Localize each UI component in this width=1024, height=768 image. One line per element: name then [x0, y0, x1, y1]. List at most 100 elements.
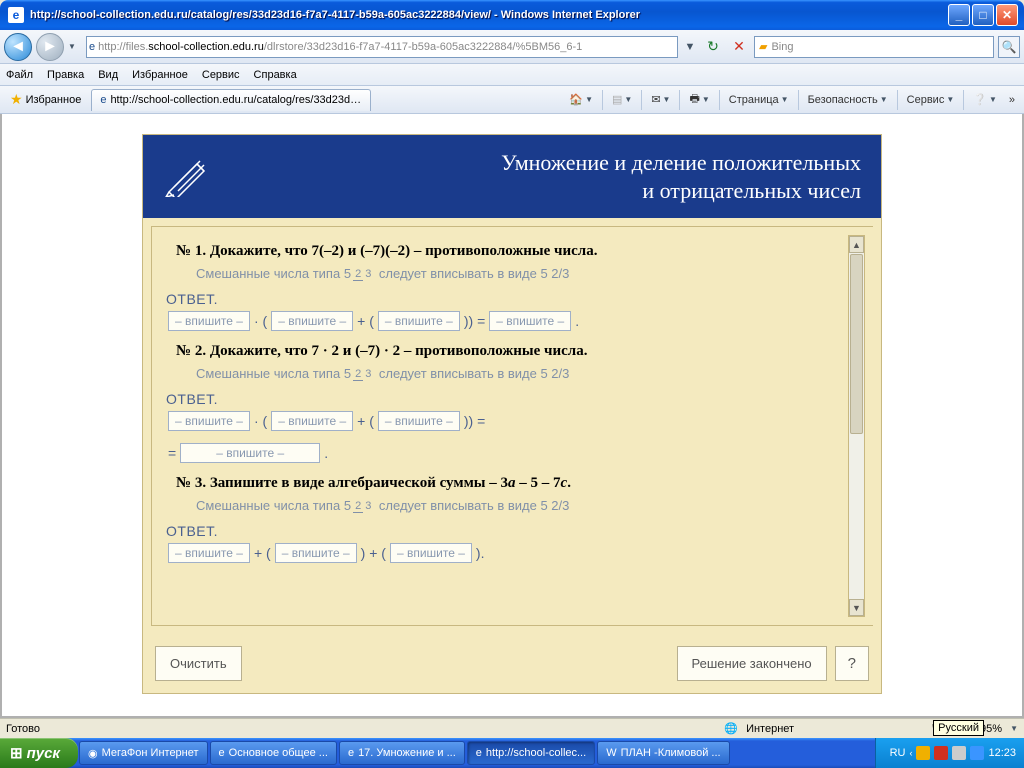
- nav-history-dropdown[interactable]: ▼: [68, 42, 82, 51]
- taskbar-item-4[interactable]: WПЛАН -Климовой ...: [597, 741, 729, 765]
- tab-icon: e: [100, 94, 106, 106]
- help-button[interactable]: ❔▼: [970, 91, 1000, 108]
- start-button[interactable]: ⊞ пуск: [0, 738, 78, 768]
- hint-den-3: 3: [363, 500, 373, 512]
- taskbar-label-1: Основное общее ...: [229, 747, 328, 759]
- answer-1-label: ОТВЕТ.: [166, 291, 859, 307]
- tray-chevron-icon[interactable]: ‹: [909, 748, 912, 758]
- stop-button[interactable]: ✕: [728, 36, 750, 58]
- taskbar-label-2: 17. Умножение и ...: [358, 747, 456, 759]
- ie-icon: e: [8, 7, 24, 23]
- tools-menu[interactable]: Сервис▼: [904, 92, 958, 108]
- tray-clock[interactable]: 12:23: [988, 747, 1016, 759]
- p2-input-2[interactable]: – впишите –: [271, 411, 353, 431]
- p1-input-4[interactable]: – впишите –: [489, 311, 571, 331]
- menu-file[interactable]: Файл: [6, 69, 33, 81]
- search-go-button[interactable]: 🔍: [998, 36, 1020, 58]
- p3-input-1[interactable]: – впишите –: [168, 543, 250, 563]
- p3-a: № 3. Запишите в виде алгебраической сумм…: [176, 475, 508, 491]
- hint-pre: Смешанные числа типа 5: [196, 266, 351, 281]
- menu-tools[interactable]: Сервис: [202, 69, 240, 81]
- address-prefix: http://files.: [98, 41, 148, 53]
- hint-post-2: следует вписывать в виде 5 2/3: [375, 366, 569, 381]
- favorites-label: Избранное: [26, 94, 82, 106]
- address-dropdown[interactable]: ▼: [682, 41, 698, 53]
- safety-menu[interactable]: Безопасность▼: [805, 92, 891, 108]
- taskbar-label-4: ПЛАН -Климовой ...: [621, 747, 721, 759]
- problem-3-title: № 3. Запишите в виде алгебраической сумм…: [176, 475, 859, 492]
- answer-2-label: ОТВЕТ.: [166, 391, 859, 407]
- status-zone: Интернет: [746, 723, 794, 735]
- clear-button[interactable]: Очистить: [155, 646, 242, 681]
- tray-icon-1[interactable]: [916, 746, 930, 760]
- menu-edit[interactable]: Правка: [47, 69, 84, 81]
- ie-task-icon: e: [348, 747, 354, 759]
- mail-icon: ✉: [651, 93, 660, 106]
- scroll-up-button[interactable]: ▲: [849, 236, 864, 253]
- feeds-button[interactable]: ▤▼: [609, 91, 635, 108]
- problem-2-hint: Смешанные числа типа 523 следует вписыва…: [196, 366, 859, 381]
- lesson-title-2: и отрицательных чисел: [642, 178, 861, 203]
- refresh-button[interactable]: ↻: [702, 36, 724, 58]
- search-box[interactable]: ▰ Bing: [754, 36, 994, 58]
- home-button[interactable]: 🏠▼: [566, 91, 596, 108]
- favorites-button[interactable]: ★ Избранное: [6, 89, 85, 110]
- taskbar-item-0[interactable]: ◉МегаФон Интернет: [79, 741, 208, 765]
- lesson-page: Умножение и деление положительных и отри…: [142, 134, 882, 694]
- tray-lang[interactable]: RU: [890, 747, 906, 759]
- print-icon: 🖶: [689, 90, 699, 109]
- problem-1-title: № 1. Докажите, что 7(–2) и (–7)(–2) – пр…: [176, 243, 859, 260]
- menu-favorites[interactable]: Избранное: [132, 69, 188, 81]
- problem-2-title: № 2. Докажите, что 7 · 2 и (–7) · 2 – пр…: [176, 343, 859, 360]
- p2-input-3[interactable]: – впишите –: [378, 411, 460, 431]
- p3-input-3[interactable]: – впишите –: [390, 543, 472, 563]
- back-button[interactable]: ◄: [4, 33, 32, 61]
- taskbar-item-2[interactable]: e 17. Умножение и ...: [339, 741, 465, 765]
- scroll-thumb[interactable]: [850, 254, 863, 434]
- language-tooltip: Русский: [933, 720, 984, 736]
- tray-icon-4[interactable]: [970, 746, 984, 760]
- taskbar: ⊞ пуск ◉МегаФон Интернет e Основное общее…: [0, 738, 1024, 768]
- taskbar-item-3[interactable]: ehttp://school-collec...: [467, 741, 595, 765]
- close-button[interactable]: ✕: [996, 4, 1018, 26]
- tools-menu-label: Сервис: [907, 94, 945, 106]
- hint-den: 3: [363, 268, 373, 280]
- menu-view[interactable]: Вид: [98, 69, 118, 81]
- print-button[interactable]: 🖶▼: [686, 88, 712, 111]
- p2-input-4[interactable]: – впишите –: [180, 443, 320, 463]
- p1-input-2[interactable]: – впишите –: [271, 311, 353, 331]
- p3-c: – 5 – 7: [516, 475, 561, 491]
- lesson-help-button[interactable]: ?: [835, 646, 869, 681]
- address-host: school-collection.edu.ru: [148, 41, 264, 53]
- hint-num-2: 2: [353, 368, 363, 381]
- scroll-down-button[interactable]: ▼: [849, 599, 864, 616]
- menu-help[interactable]: Справка: [254, 69, 297, 81]
- done-button[interactable]: Решение закончено: [677, 646, 827, 681]
- browser-tab[interactable]: e http://school-collection.edu.ru/catalo…: [91, 89, 371, 111]
- scrollbar[interactable]: ▲ ▼: [848, 235, 865, 617]
- app-icon: ◉: [88, 747, 98, 760]
- problem-3-hint: Смешанные числа типа 523 следует вписыва…: [196, 498, 859, 513]
- p1-input-3[interactable]: – впишите –: [378, 311, 460, 331]
- p3-input-2[interactable]: – впишите –: [275, 543, 357, 563]
- help-icon: ❔: [973, 93, 987, 106]
- chevron-button[interactable]: »: [1006, 92, 1018, 108]
- mail-button[interactable]: ✉▼: [648, 91, 673, 108]
- tab-toolbar: ★ Избранное e http://school-collection.e…: [0, 86, 1024, 114]
- p2-input-1[interactable]: – впишите –: [168, 411, 250, 431]
- pencil-icon: [163, 156, 213, 198]
- maximize-button[interactable]: □: [972, 4, 994, 26]
- page-menu[interactable]: Страница▼: [726, 92, 792, 108]
- p1-input-1[interactable]: – впишите –: [168, 311, 250, 331]
- status-ready: Готово: [6, 723, 40, 735]
- forward-button[interactable]: ►: [36, 33, 64, 61]
- status-bar: Готово 🌐 Интернет 🛡 95% ▼: [0, 718, 1024, 738]
- tray-icon-2[interactable]: [934, 746, 948, 760]
- ie-task-icon: e: [219, 747, 225, 759]
- lesson-footer: Очистить Решение закончено ?: [143, 634, 881, 693]
- address-bar[interactable]: e http://files.school-collection.edu.ru/…: [86, 36, 678, 58]
- tray-icon-3[interactable]: [952, 746, 966, 760]
- taskbar-item-1[interactable]: e Основное общее ...: [210, 741, 337, 765]
- window-title: http://school-collection.edu.ru/catalog/…: [28, 9, 640, 21]
- minimize-button[interactable]: _: [948, 4, 970, 26]
